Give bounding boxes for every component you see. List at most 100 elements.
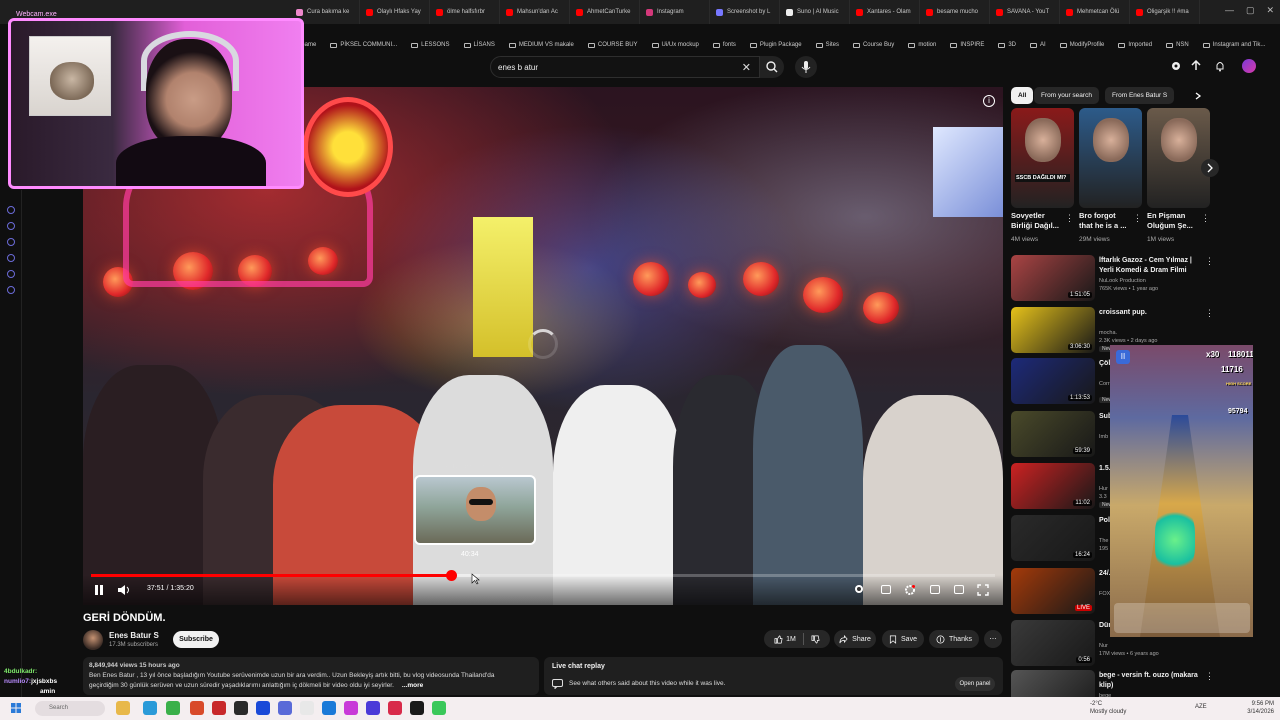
browser-tab[interactable]: Olaylı Hfaks Yay [360,0,430,24]
related-thumbnail[interactable]: 1:51:05 [1011,255,1095,301]
description-box[interactable]: 8,849,944 views 15 hours ago Ben Enes Ba… [83,657,539,695]
related-thumbnail[interactable]: 0:56 [1011,620,1095,666]
more-options-icon[interactable]: ⋮ [1205,671,1214,682]
bookmark-item[interactable]: Course Buy [852,42,894,48]
short-thumbnail[interactable]: SSCB DAĞILDI MI? [1011,108,1074,208]
bookmark-item[interactable]: motion [908,42,936,48]
channel-name[interactable]: Enes Batur S [109,631,159,640]
related-thumbnail[interactable]: 11:02 [1011,463,1095,509]
share-button[interactable]: Share [834,630,876,648]
more-options-icon[interactable]: ⋮ [1133,213,1142,224]
subtitles-icon[interactable] [881,585,891,594]
related-title[interactable]: bege - versin ft. ouzo (makara klip) [1099,671,1201,691]
save-button[interactable]: Save [882,630,924,648]
bookmark-item[interactable]: Imported [1118,42,1152,48]
settings-icon[interactable] [7,286,15,294]
scrubber-handle[interactable] [445,570,457,581]
app-icon[interactable] [322,701,336,715]
bookmark-item[interactable]: Ui/Ux mockup [651,42,699,48]
photoshop-icon[interactable] [256,701,270,715]
history-icon[interactable] [7,206,15,214]
browser-tab[interactable]: Mehmetcan Ölü [1060,0,1130,24]
store-icon[interactable] [166,701,180,715]
related-channel[interactable]: mocha. [1099,330,1117,336]
related-title[interactable]: croissant pup. [1099,308,1201,318]
related-channel[interactable]: Imb [1099,434,1108,440]
clock[interactable]: 9:56 PM 3/14/2026 [1230,700,1274,716]
miniplayer-icon[interactable] [930,585,940,594]
open-panel-button[interactable]: Open panel [955,677,995,691]
chip-from-your-search[interactable]: From your search [1034,87,1099,104]
fullscreen-icon[interactable] [977,584,989,596]
related-thumbnail[interactable]: LIVE [1011,568,1095,614]
browser-tab[interactable]: Suno | AI Music [780,0,850,24]
illustrator-icon[interactable] [212,701,226,715]
app-icon[interactable] [388,701,402,715]
edge-icon[interactable] [143,701,157,715]
app-icon[interactable] [410,701,424,715]
discord-icon[interactable] [278,701,292,715]
bookmark-item[interactable]: MEDIUM VS makale [508,42,574,48]
volume-icon[interactable] [117,584,131,596]
related-channel[interactable]: NuLook Production [1099,278,1146,284]
browser-tab[interactable]: besame mucho [920,0,990,24]
short-title[interactable]: Bro forgot that he is a ... [1079,211,1131,231]
app-icon[interactable] [234,701,248,715]
more-options-icon[interactable]: ⋮ [1205,308,1214,319]
voice-search-button[interactable] [795,56,817,78]
more-options-icon[interactable]: ⋮ [1065,213,1074,224]
heart-icon[interactable] [7,222,15,230]
close-button[interactable]: ✕ [1266,5,1274,16]
pause-button[interactable] [93,584,105,596]
bookmark-item[interactable]: fonts [712,42,736,48]
browser-tab[interactable]: Mahsun'dan Ac [500,0,570,24]
browser-tab[interactable]: Instagram [640,0,710,24]
browser-tab[interactable]: AhmetCanTurke [570,0,640,24]
progress-bar[interactable] [91,570,995,581]
related-thumbnail[interactable]: 1:13:53 [1011,358,1095,404]
channel-avatar[interactable] [83,630,103,650]
clock-icon[interactable] [7,270,15,278]
show-more-link[interactable]: ...more [402,681,423,691]
thumbs-down-icon[interactable] [811,635,820,644]
short-thumbnail[interactable] [1079,108,1142,208]
search-button[interactable] [760,56,784,78]
browser-tab[interactable]: Xantares - Olam [850,0,920,24]
like-button[interactable]: 1M [774,635,796,644]
short-thumbnail[interactable] [1147,108,1210,208]
bookmark-item[interactable]: Instagram and Tik... [1202,42,1265,48]
app-icon[interactable] [300,701,314,715]
related-channel[interactable]: Hur [1099,486,1108,492]
related-channel[interactable]: Corr [1099,381,1110,387]
bookmark-item[interactable]: 3D [998,42,1016,48]
related-thumbnail[interactable]: 16:24 [1011,515,1095,561]
taskbar-search[interactable]: Search [35,701,105,716]
settings-gear-icon[interactable] [904,584,916,596]
short-title[interactable]: En Pişman Oluğum Şe... [1147,211,1199,231]
app-icon[interactable] [190,701,204,715]
bookmark-item[interactable]: LİSANS [463,42,495,48]
notifications-bell-icon[interactable] [1214,60,1226,72]
account-avatar[interactable] [1242,59,1256,73]
thanks-button[interactable]: Thanks [929,630,979,648]
bookmark-item[interactable]: Plugin Package [749,42,802,48]
related-thumbnail[interactable]: 59:39 [1011,411,1095,457]
browser-tab[interactable]: Screenshot by L [710,0,780,24]
bookmark-item[interactable]: AI [1030,42,1046,48]
autoplay-toggle[interactable] [854,584,864,594]
search-input[interactable]: enes b atur ✕ [490,56,760,78]
browser-tab[interactable]: ölme halfsfırbr [430,0,500,24]
bookmark-item[interactable]: COURSE BUY [587,42,638,48]
heart-outline-icon[interactable] [7,238,15,246]
game-pause-icon[interactable]: II [1116,350,1130,364]
more-options-icon[interactable]: ⋮ [1205,256,1214,267]
more-actions-button[interactable]: ⋯ [984,630,1002,648]
weather-widget[interactable]: -2°C Mostly cloudy [1090,700,1126,716]
chip-all[interactable]: All [1011,87,1034,104]
app-icon[interactable] [344,701,358,715]
bookmark-item[interactable]: INSPIRE [950,42,984,48]
maximize-button[interactable]: ▢ [1246,5,1255,16]
app-icon[interactable] [366,701,380,715]
minimize-button[interactable]: — [1225,5,1234,16]
browser-tab[interactable]: Oligarşik !! #ma [1130,0,1200,24]
